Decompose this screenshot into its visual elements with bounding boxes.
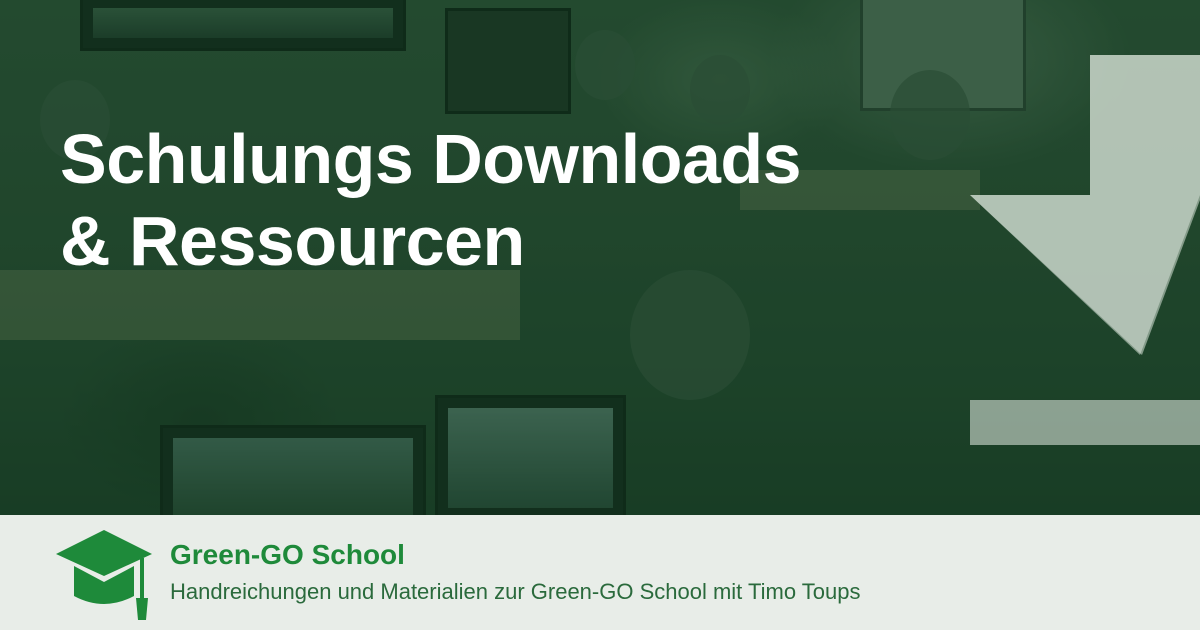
title-line-2: & Ressourcen xyxy=(60,202,525,280)
footer-bar xyxy=(0,515,1200,630)
tagline: Handreichungen und Materialien zur Green… xyxy=(170,579,861,604)
page-title: Schulungs Downloads & Ressourcen xyxy=(60,118,802,282)
brand-name: Green-GO School xyxy=(170,539,405,570)
hero-banner: Schulungs Downloads & Ressourcen xyxy=(0,0,1200,515)
title-line-1: Schulungs Downloads xyxy=(60,120,802,198)
download-arrow-icon xyxy=(970,55,1200,445)
graduation-cap-icon xyxy=(56,530,152,620)
